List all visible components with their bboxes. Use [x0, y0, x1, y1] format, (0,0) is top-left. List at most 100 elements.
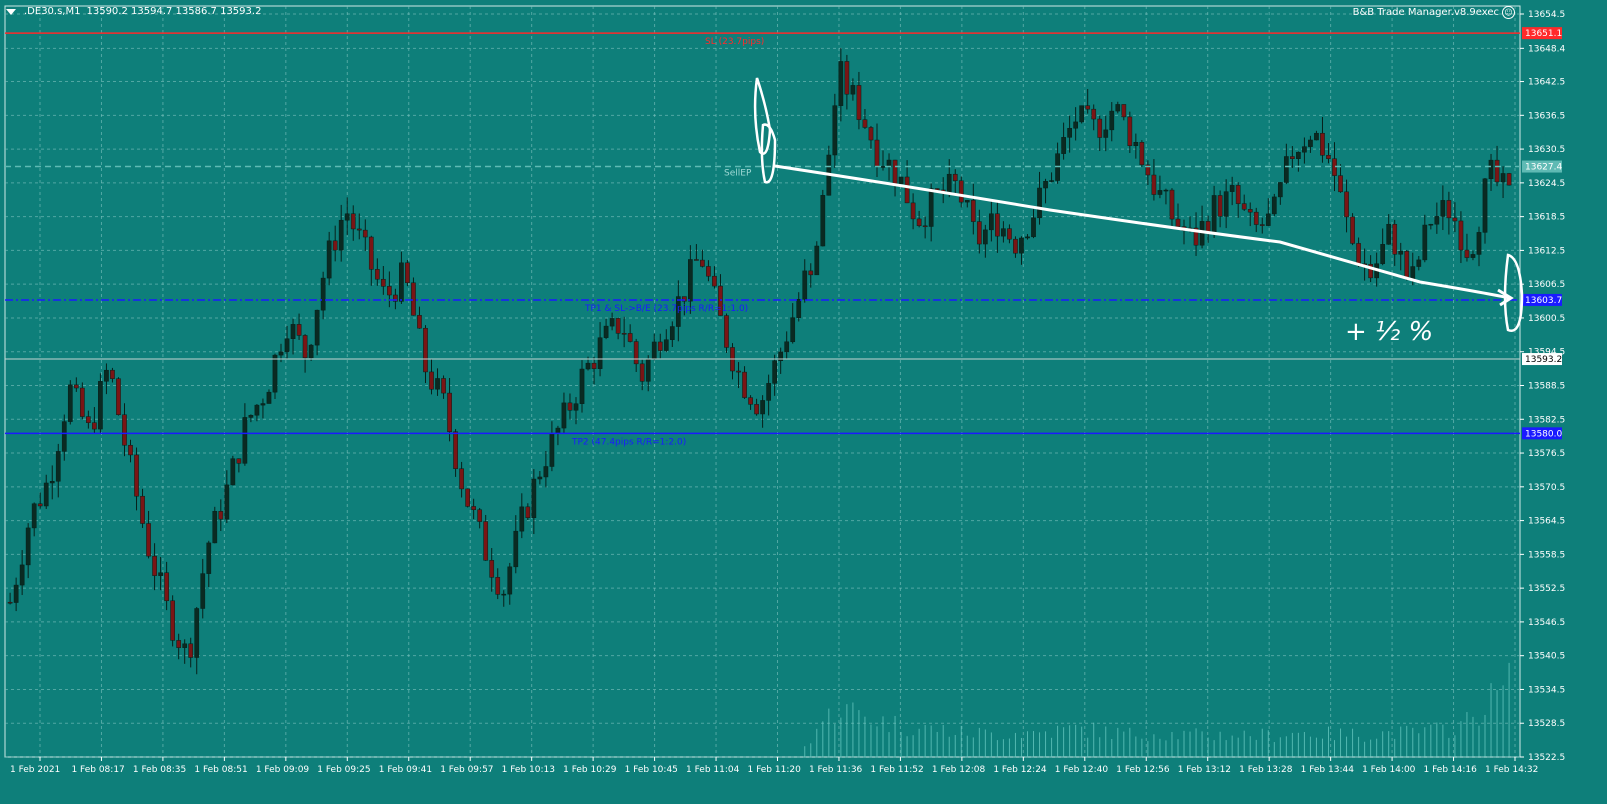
candle-body [362, 229, 368, 238]
candle-body [1271, 196, 1277, 215]
candle-body [116, 378, 121, 415]
candle-body [1458, 220, 1464, 251]
chart-area[interactable]: 13654.5 13648.4 13642.5 13636.5 13630.5 13624… [0, 0, 1607, 801]
candle-body [868, 127, 874, 141]
candle-body [7, 601, 13, 604]
candle-body [441, 378, 446, 394]
candle-body [856, 85, 862, 120]
candle-body [796, 299, 802, 318]
y-tick-label: 13582.5 [1528, 415, 1565, 425]
y-tick-label: 13540.5 [1528, 652, 1565, 662]
candle-body [1061, 137, 1066, 154]
x-tick-label: 1 Feb 11:36 [809, 765, 863, 775]
x-tick-label: 1 Feb 09:57 [440, 765, 493, 775]
candle-body [1223, 191, 1229, 217]
candle-body [880, 166, 886, 168]
x-tick-label: 1 Feb 11:20 [748, 765, 802, 775]
candle-body [1350, 216, 1355, 244]
candle-body [748, 397, 753, 405]
candle-body [453, 431, 458, 469]
price-chart[interactable]: 13654.5 13648.4 13642.5 13636.5 13630.5 13624… [0, 0, 1607, 801]
candle-body [272, 354, 278, 393]
plot-frame [4, 5, 1521, 758]
candle-body [657, 341, 663, 351]
candle-body [904, 176, 910, 204]
tp2-price-label: 13580.0 [1525, 429, 1562, 439]
candle-body [549, 432, 555, 467]
candle-body [1067, 127, 1072, 138]
candle-body [79, 387, 85, 417]
y-tick-label: 13576.5 [1528, 449, 1565, 459]
candle-body [326, 240, 332, 279]
y-tick-label: 13642.5 [1528, 78, 1565, 88]
candle-body [976, 221, 982, 245]
candle-body [1326, 155, 1331, 159]
candle-body [1434, 216, 1440, 225]
candle-body [1283, 156, 1289, 183]
candle-body [423, 327, 428, 373]
candle-body [405, 262, 410, 284]
candle-body [284, 338, 290, 353]
candle-body [892, 159, 898, 185]
candle-body [1464, 249, 1470, 258]
current-price-label: 13593.2 [1525, 355, 1562, 365]
x-tick-label: 1 Feb 08:51 [194, 765, 247, 775]
y-tick-label: 13558.5 [1528, 550, 1565, 560]
candle-body [314, 309, 320, 346]
candle-body [946, 173, 952, 194]
sell_entry-price-label: 13627.4 [1525, 163, 1562, 173]
candle-body [55, 451, 61, 482]
y-tick-label: 13618.5 [1528, 213, 1565, 223]
candle-body [1127, 116, 1133, 147]
candle-body [1103, 129, 1109, 138]
candle-body [814, 245, 820, 276]
tp1-level-text: TP1 & SL->B/E (23.7pips R/R=1:1.0) [584, 304, 748, 314]
candle-body [790, 317, 796, 343]
ohlc-label: 13590.2 13594.7 13586.7 13593.2 [86, 6, 262, 17]
candle-body [1025, 236, 1030, 239]
candle-body [1440, 200, 1446, 217]
candle-body [182, 643, 188, 648]
candle-body [663, 339, 669, 351]
y-tick-label: 13654.5 [1528, 10, 1565, 20]
candle-body [429, 371, 434, 390]
y-tick-label: 13528.5 [1528, 719, 1565, 729]
candle-body [1247, 209, 1253, 213]
y-tick-label: 13606.5 [1528, 280, 1565, 290]
candle-body [820, 195, 826, 247]
candle-body [501, 593, 507, 596]
candle-body [1488, 159, 1494, 180]
candle-body [350, 213, 356, 230]
dropdown-arrow-icon[interactable] [6, 8, 16, 15]
candle-body [447, 392, 452, 432]
y-tick-label: 13588.5 [1528, 382, 1565, 392]
candle-body [982, 229, 988, 245]
candle-body [537, 476, 543, 480]
candle-body [1031, 217, 1036, 238]
candle-body [1085, 105, 1091, 110]
candle-body [651, 341, 657, 360]
candle-body [110, 369, 115, 379]
x-tick-label: 1 Feb 12:08 [932, 765, 986, 775]
candle-body [290, 324, 296, 339]
candle-body [1470, 254, 1476, 258]
candle-body [1253, 211, 1259, 225]
candle-body [1007, 228, 1012, 240]
candle-body [1157, 190, 1163, 195]
candle-body [1163, 189, 1169, 192]
expert-advisor-label: B&B Trade Manager.v8.9exec ☺ [1353, 6, 1515, 19]
candle-body [1079, 105, 1085, 123]
x-tick-label: 1 Feb 09:09 [256, 765, 310, 775]
candle-body [928, 188, 934, 227]
candle-body [1320, 132, 1325, 156]
candle-body [98, 381, 103, 430]
candle-body [380, 278, 386, 287]
candle-body [104, 369, 109, 382]
candle-body [25, 527, 31, 566]
candle-body [1049, 180, 1054, 182]
candle-body [772, 360, 778, 384]
candle-body [1109, 110, 1115, 131]
candle-body [760, 400, 765, 415]
smiley-icon: ☺ [1502, 6, 1515, 19]
candle-body [597, 337, 603, 369]
